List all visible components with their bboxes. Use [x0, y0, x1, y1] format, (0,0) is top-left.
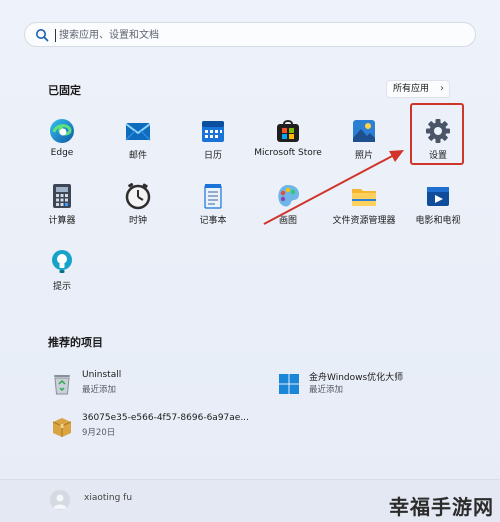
item-name: 36075e35-e566-4f57-8696-6a97ae... — [82, 413, 249, 423]
app-movies-tv[interactable]: 电影和电视 — [398, 182, 478, 232]
watermark-text: 幸福手游网 — [389, 495, 494, 519]
app-mail[interactable]: 邮件 — [98, 117, 178, 167]
app-label: 记事本 — [199, 216, 227, 226]
search-input[interactable] — [59, 25, 459, 45]
paint-icon — [278, 185, 300, 207]
app-label: Edge — [50, 148, 74, 158]
item-name: Uninstall — [82, 370, 122, 380]
app-label: 画图 — [278, 216, 297, 226]
text-cursor — [55, 29, 56, 42]
recommended-item-uninstall[interactable]: Uninstall 最近添加 — [50, 370, 250, 404]
calculator-icon — [53, 184, 71, 208]
mail-icon — [125, 123, 151, 141]
recommended-section-title: 推荐的项目 — [48, 336, 103, 349]
app-label: 计算器 — [48, 216, 76, 226]
app-notepad[interactable]: 记事本 — [173, 182, 253, 232]
all-apps-label: 所有应用 — [393, 84, 430, 94]
search-box[interactable] — [24, 22, 476, 47]
pinned-section-title: 已固定 — [48, 84, 81, 97]
item-name: 金舟Windows优化大师 — [309, 373, 404, 383]
item-subtitle: 最近添加 — [82, 385, 117, 395]
app-tips[interactable]: 提示 — [22, 248, 102, 298]
search-icon — [36, 29, 49, 42]
chevron-right-icon: › — [440, 83, 444, 94]
item-subtitle: 9月20日 — [82, 428, 116, 438]
app-label: 提示 — [52, 282, 71, 292]
app-calculator[interactable]: 计算器 — [22, 182, 102, 232]
photos-icon — [353, 120, 375, 142]
app-label: 照片 — [354, 151, 373, 161]
avatar[interactable] — [50, 490, 70, 510]
app-label: 日历 — [203, 151, 222, 161]
windows-logo-icon — [279, 374, 299, 394]
app-clock[interactable]: 时钟 — [98, 182, 178, 232]
calendar-icon — [202, 121, 224, 142]
edge-icon — [50, 119, 74, 143]
tips-icon — [52, 250, 72, 273]
user-icon — [53, 494, 67, 509]
folder-icon — [352, 189, 376, 206]
user-footer: xiaoting fu 幸福手游网 — [0, 479, 500, 522]
user-name[interactable]: xiaoting fu — [84, 493, 132, 503]
app-label: 文件资源管理器 — [332, 216, 396, 226]
clock-icon — [125, 183, 151, 210]
app-edge[interactable]: Edge — [22, 117, 102, 167]
item-subtitle: 最近添加 — [309, 385, 344, 395]
app-file-explorer[interactable]: 文件资源管理器 — [324, 182, 404, 232]
app-photos[interactable]: 照片 — [324, 117, 404, 167]
store-icon — [277, 120, 299, 142]
settings-highlight-box — [410, 103, 464, 165]
app-label: Microsoft Store — [254, 148, 322, 158]
recycle-bin-icon — [54, 375, 70, 395]
app-label: 时钟 — [128, 216, 147, 226]
package-icon — [52, 418, 72, 437]
all-apps-button[interactable]: 所有应用 › — [386, 80, 450, 98]
app-label: 电影和电视 — [415, 216, 461, 226]
notepad-icon — [204, 184, 222, 209]
recommended-item-optimizer[interactable]: 金舟Windows优化大师 最近添加 — [277, 370, 487, 404]
movies-icon — [427, 187, 449, 206]
recommended-item-package[interactable]: 36075e35-e566-4f57-8696-6a97ae... 9月20日 — [50, 413, 270, 447]
app-label: 邮件 — [128, 151, 147, 161]
app-paint[interactable]: 画图 — [248, 182, 328, 232]
app-calendar[interactable]: 日历 — [173, 117, 253, 167]
app-microsoft-store[interactable]: Microsoft Store — [248, 117, 328, 167]
